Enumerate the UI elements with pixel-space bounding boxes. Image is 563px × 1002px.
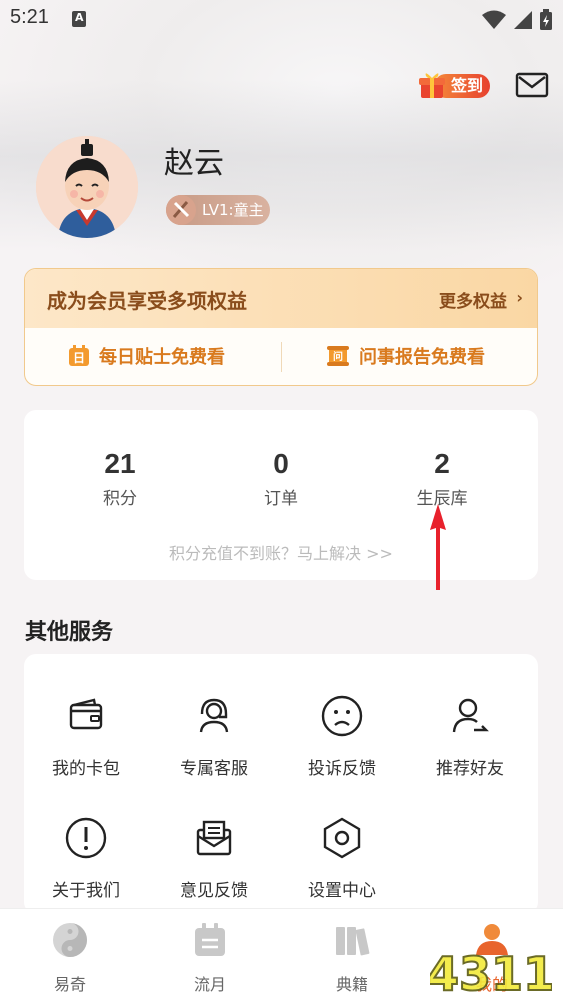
service-label: 意见反馈 [180, 881, 248, 901]
stat-birth-library[interactable]: 2 生辰库 [382, 448, 502, 509]
service-refer[interactable]: 推荐好友 [410, 694, 530, 779]
more-benefits-link[interactable]: 更多权益 [439, 287, 507, 312]
svg-text:日: 日 [73, 351, 85, 365]
perk-label: 每日贴士免费看 [99, 347, 225, 368]
nav-yiqi[interactable]: 易奇 [30, 921, 110, 995]
service-about[interactable]: 关于我们 [26, 816, 146, 901]
signin-button[interactable]: 签到 [416, 68, 492, 102]
books-icon [336, 927, 370, 956]
settings-hex-icon [323, 817, 361, 859]
service-label: 投诉反馈 [308, 759, 376, 779]
status-icons [481, 9, 553, 31]
section-title: 其他服务 [25, 620, 114, 645]
level-badge[interactable]: LV1:童主 [166, 195, 270, 225]
perk-label: 问事报告免费看 [359, 347, 485, 368]
gift-icon [419, 73, 445, 98]
service-feedback[interactable]: 意见反馈 [154, 816, 274, 901]
level-sword-icon [166, 195, 196, 225]
yinyang-icon [53, 923, 87, 957]
service-label: 推荐好友 [436, 759, 504, 779]
member-title: 成为会员享受多项权益 [47, 289, 247, 313]
service-settings[interactable]: 设置中心 [282, 816, 402, 901]
status-time: 5:21 [10, 6, 49, 28]
red-arrow-annotation [430, 504, 446, 590]
stat-value: 2 [434, 448, 450, 479]
service-label: 我的卡包 [52, 759, 120, 779]
nav-label: 流月 [193, 975, 226, 994]
service-label: 关于我们 [52, 881, 120, 901]
headset-icon [199, 698, 229, 733]
perk-report[interactable]: 问 问事报告免费看 [325, 343, 485, 369]
signal-icon [514, 11, 532, 29]
wifi-icon [482, 10, 506, 29]
avatar[interactable] [36, 136, 138, 238]
stat-label: 订单 [264, 489, 298, 509]
member-card[interactable]: 成为会员享受多项权益 更多权益 › 日 每日贴士免费看 问 问事报告免费看 [24, 268, 538, 386]
stat-label: 积分 [103, 489, 137, 509]
service-wallet[interactable]: 我的卡包 [26, 694, 146, 779]
share-user-icon [452, 698, 489, 733]
status-bar: 5:21 [0, 0, 563, 40]
stats-card: 21 积分 0 订单 2 生辰库 积分充值不到账？马上解决 >> [24, 410, 538, 580]
service-label: 专属客服 [180, 759, 248, 779]
feedback-mail-icon [196, 820, 232, 856]
scroll-icon: 问 [327, 346, 349, 366]
nav-label: 典籍 [335, 975, 368, 994]
stat-points[interactable]: 21 积分 [60, 448, 180, 509]
services-grid: 我的卡包 专属客服 投诉反馈 推荐好友 关于我们 意见反馈 设置中心 [24, 654, 538, 914]
notification-icon [72, 11, 86, 27]
nav-dianji[interactable]: 典籍 [312, 921, 392, 995]
recharge-help-link[interactable]: 积分充值不到账？马上解决 >> [24, 540, 538, 564]
info-alert-icon [65, 817, 107, 859]
battery-icon [540, 9, 552, 30]
wallet-icon [69, 698, 103, 730]
watermark-logo: 4311 [430, 946, 552, 998]
perk-divider [281, 342, 282, 372]
service-complaint[interactable]: 投诉反馈 [282, 694, 402, 779]
calendar-day-icon: 日 [69, 345, 89, 366]
nav-label: 易奇 [53, 975, 86, 994]
nav-liuyue[interactable]: 流月 [170, 921, 250, 995]
sad-face-icon [321, 695, 363, 737]
service-label: 设置中心 [308, 881, 376, 901]
perk-daily-tips[interactable]: 日 每日贴士免费看 [67, 343, 225, 369]
message-icon[interactable] [515, 72, 549, 98]
chevron-right-icon: › [516, 288, 523, 307]
level-label: LV1:童主 [202, 201, 264, 219]
service-support[interactable]: 专属客服 [154, 694, 274, 779]
stat-value: 21 [104, 448, 136, 479]
member-perks: 日 每日贴士免费看 问 问事报告免费看 [25, 328, 537, 385]
svg-text:问: 问 [333, 350, 343, 363]
svg-text:4311: 4311 [430, 947, 552, 998]
username: 赵云 [164, 146, 224, 181]
calendar-icon [195, 923, 225, 956]
stat-value: 0 [273, 448, 289, 479]
member-header: 成为会员享受多项权益 更多权益 › [25, 269, 537, 328]
stat-orders[interactable]: 0 订单 [221, 448, 341, 509]
